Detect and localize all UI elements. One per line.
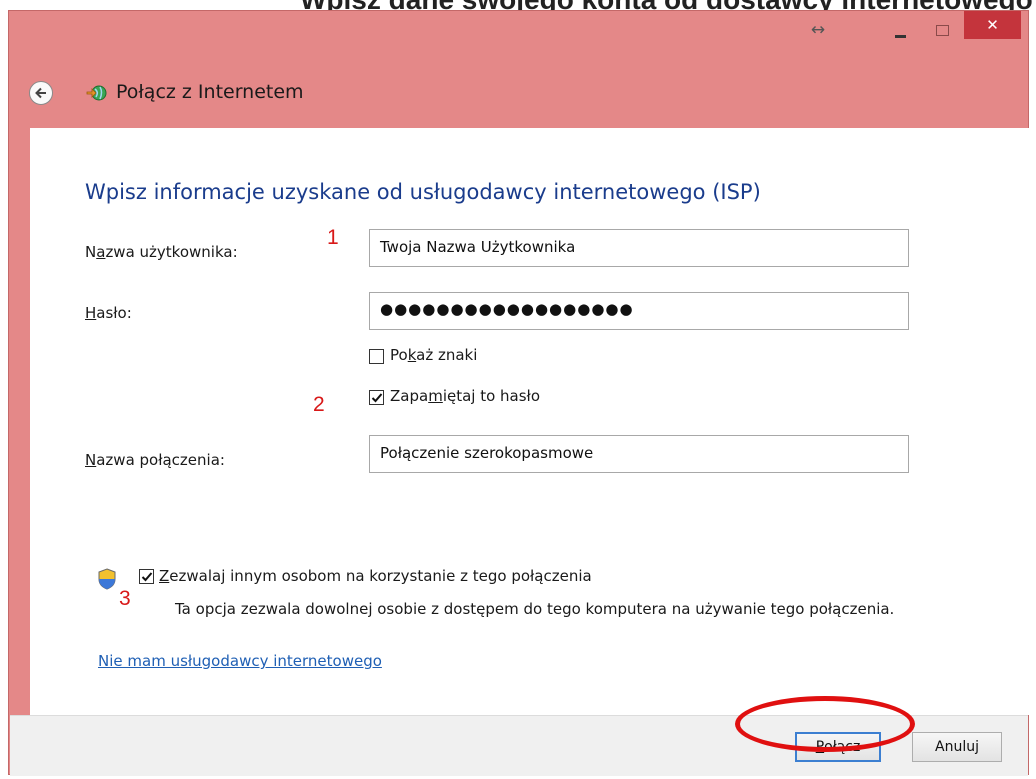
username-input[interactable]: Twoja Nazwa Użytkownika bbox=[369, 229, 909, 267]
resize-icon[interactable]: ↔ bbox=[806, 13, 830, 47]
allow-others-label[interactable]: Zezwalaj innym osobom na korzystanie z t… bbox=[159, 567, 592, 585]
shield-icon bbox=[98, 568, 116, 590]
maximize-icon bbox=[935, 24, 949, 36]
no-isp-link[interactable]: Nie mam usługodawcy internetowego bbox=[98, 652, 382, 670]
annotation-step-3: 3 bbox=[119, 587, 131, 610]
password-input[interactable]: ●●●●●●●●●●●●●●●●●● bbox=[369, 292, 909, 330]
username-label: Nazwa użytkownika: bbox=[85, 243, 238, 261]
allow-others-description: Ta opcja zezwala dowolnej osobie z dostę… bbox=[175, 600, 895, 618]
show-chars-label[interactable]: Pokaż znaki bbox=[390, 346, 477, 364]
allow-others-checkbox[interactable] bbox=[139, 569, 154, 584]
cancel-button[interactable]: Anuluj bbox=[912, 732, 1002, 762]
connection-name-input[interactable]: Połączenie szerokopasmowe bbox=[369, 435, 909, 473]
network-icon bbox=[86, 85, 107, 101]
minimize-button[interactable] bbox=[887, 13, 913, 47]
annotation-step-2: 2 bbox=[313, 393, 325, 416]
remember-password-checkbox[interactable] bbox=[369, 390, 384, 405]
connection-name-label: Nazwa połączenia: bbox=[85, 451, 225, 469]
back-button[interactable] bbox=[29, 81, 53, 105]
close-button[interactable]: ✕ bbox=[964, 11, 1021, 39]
minimize-icon bbox=[894, 34, 906, 38]
connect-button-highlight-annotation bbox=[735, 696, 915, 752]
content-panel: Wpisz informacje uzyskane od usługodawcy… bbox=[30, 128, 1030, 715]
back-arrow-icon bbox=[35, 87, 46, 99]
show-chars-checkbox[interactable] bbox=[369, 349, 384, 364]
checkmark-icon bbox=[371, 393, 383, 403]
annotation-step-1: 1 bbox=[327, 226, 339, 249]
remember-password-label[interactable]: Zapamiętaj to hasło bbox=[390, 387, 540, 405]
window-title: Połącz z Internetem bbox=[116, 81, 304, 103]
page-heading: Wpisz informacje uzyskane od usługodawcy… bbox=[85, 180, 761, 204]
maximize-button[interactable] bbox=[929, 13, 955, 47]
password-label: Hasło: bbox=[85, 304, 132, 322]
checkmark-icon bbox=[141, 572, 153, 582]
connect-internet-window: ↔ ✕ Połącz z Internetem Wpisz informacje… bbox=[8, 10, 1030, 776]
